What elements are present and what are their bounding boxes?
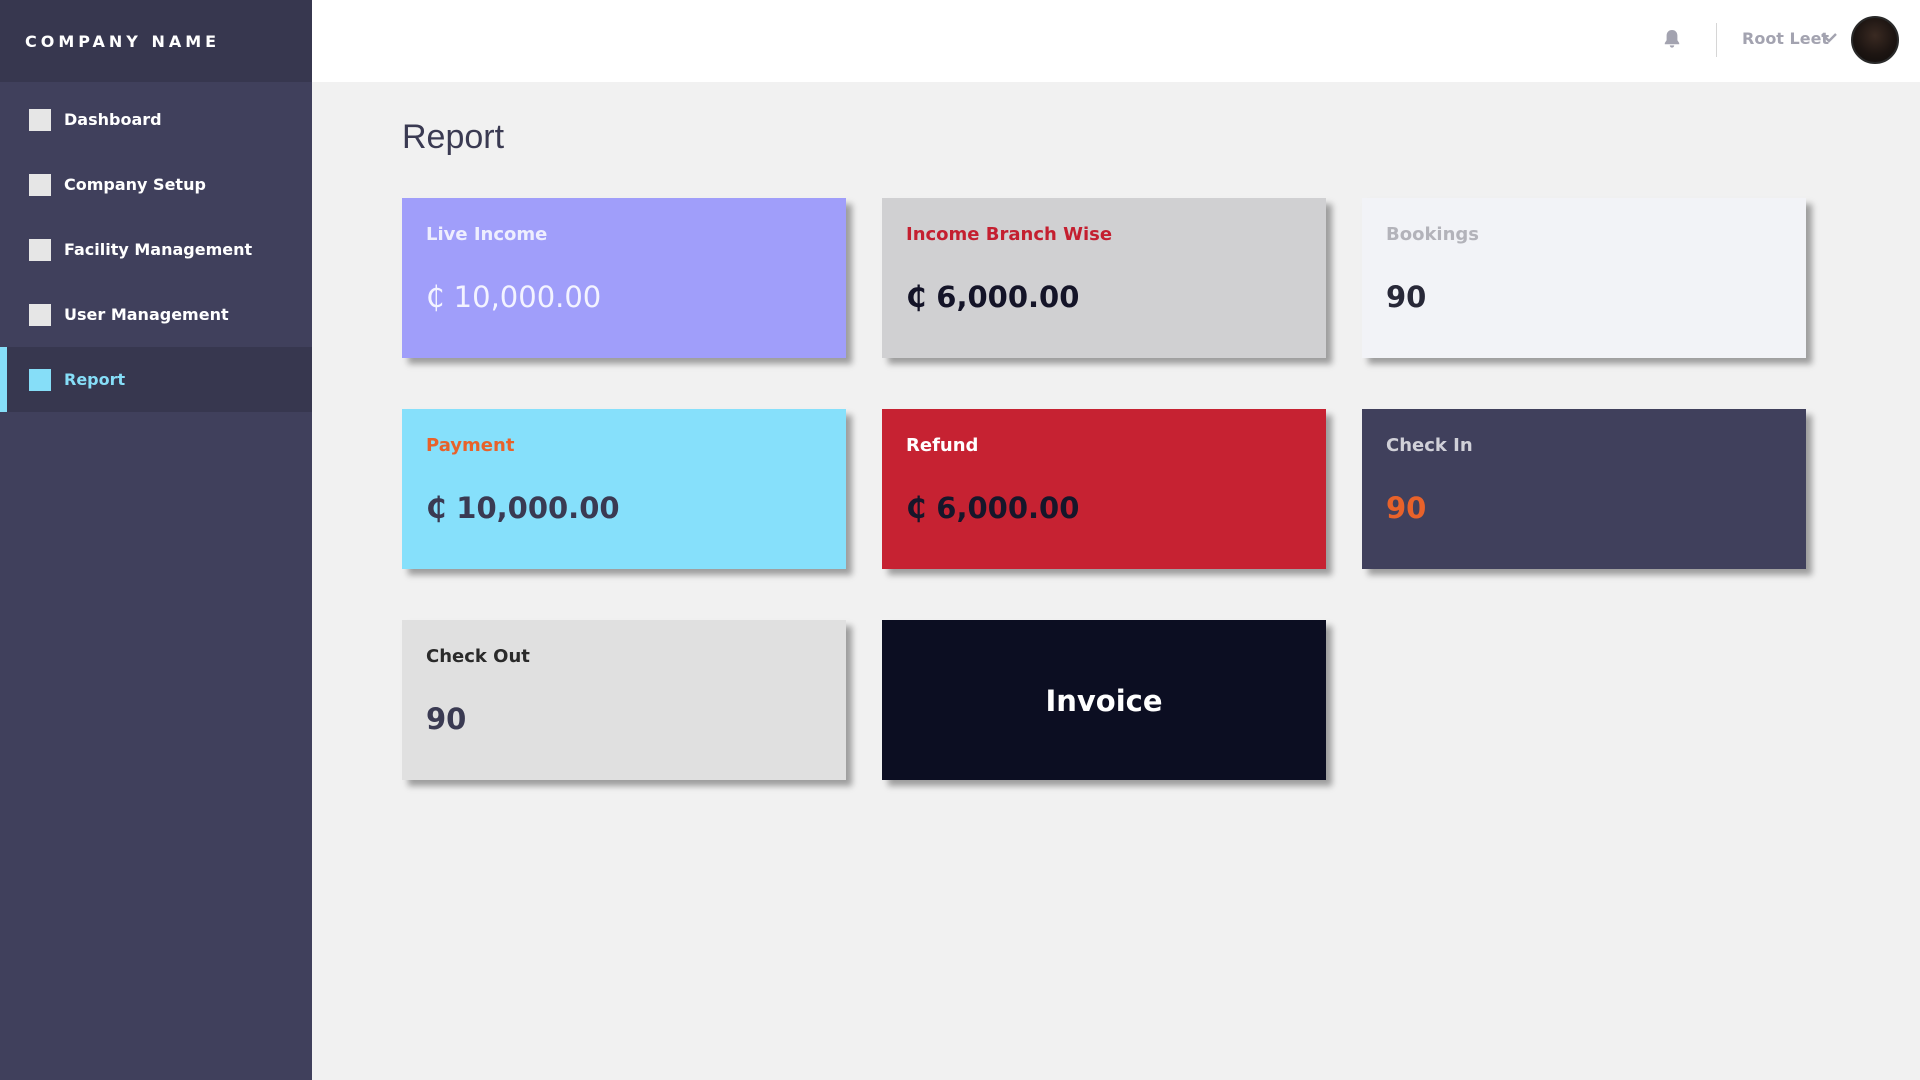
invoice-button[interactable]: Invoice — [882, 620, 1326, 780]
page-title: Report — [402, 118, 505, 156]
sidebar-item-company-setup[interactable]: Company Setup — [0, 152, 312, 217]
bookings-card[interactable]: Bookings 90 — [1362, 198, 1806, 358]
payment-card[interactable]: Payment ₵ 10,000.00 — [402, 409, 846, 569]
refund-card[interactable]: Refund ₵ 6,000.00 — [882, 409, 1326, 569]
card-label: Bookings — [1386, 224, 1480, 245]
card-value: ₵ 10,000.00 — [426, 280, 602, 314]
card-value: ₵ 6,000.00 — [906, 280, 1080, 314]
card-value: 90 — [1386, 280, 1427, 314]
live-income-card[interactable]: Live Income ₵ 10,000.00 — [402, 198, 846, 358]
sidebar-item-facility-management[interactable]: Facility Management — [0, 217, 312, 282]
card-label: Live Income — [426, 224, 548, 245]
sidebar-item-label: Dashboard — [64, 110, 162, 129]
income-branch-wise-card[interactable]: Income Branch Wise ₵ 6,000.00 — [882, 198, 1326, 358]
bell-icon[interactable] — [1660, 27, 1684, 51]
report-icon — [29, 368, 51, 391]
dashboard-icon — [29, 108, 51, 131]
check-in-card[interactable]: Check In 90 — [1362, 409, 1806, 569]
sidebar: COMPANY NAME Dashboard Company Setup Fac… — [0, 0, 312, 1080]
user-management-icon — [29, 303, 51, 326]
invoice-label: Invoice — [1045, 684, 1163, 718]
sidebar-item-label: User Management — [64, 305, 229, 324]
avatar[interactable] — [1851, 16, 1899, 64]
sidebar-item-label: Report — [64, 370, 126, 389]
sidebar-item-label: Company Setup — [64, 175, 206, 194]
card-label: Check Out — [426, 646, 530, 667]
card-label: Payment — [426, 435, 515, 456]
card-value: ₵ 6,000.00 — [906, 491, 1080, 525]
card-label: Refund — [906, 435, 979, 456]
card-value: 90 — [1386, 491, 1427, 525]
card-value: ₵ 10,000.00 — [426, 491, 620, 525]
sidebar-item-user-management[interactable]: User Management — [0, 282, 312, 347]
card-value: 90 — [426, 702, 467, 736]
card-label: Income Branch Wise — [906, 224, 1113, 245]
card-label: Check In — [1386, 435, 1473, 456]
check-out-card[interactable]: Check Out 90 — [402, 620, 846, 780]
brand-name: COMPANY NAME — [0, 0, 312, 82]
user-name[interactable]: Root Leet — [1742, 29, 1829, 48]
facility-management-icon — [29, 238, 51, 261]
header-divider — [1716, 23, 1717, 57]
company-setup-icon — [29, 173, 51, 196]
sidebar-item-label: Facility Management — [64, 240, 253, 259]
sidebar-item-report[interactable]: Report — [0, 347, 312, 412]
chevron-down-icon[interactable] — [1820, 31, 1838, 45]
sidebar-item-dashboard[interactable]: Dashboard — [0, 87, 312, 152]
